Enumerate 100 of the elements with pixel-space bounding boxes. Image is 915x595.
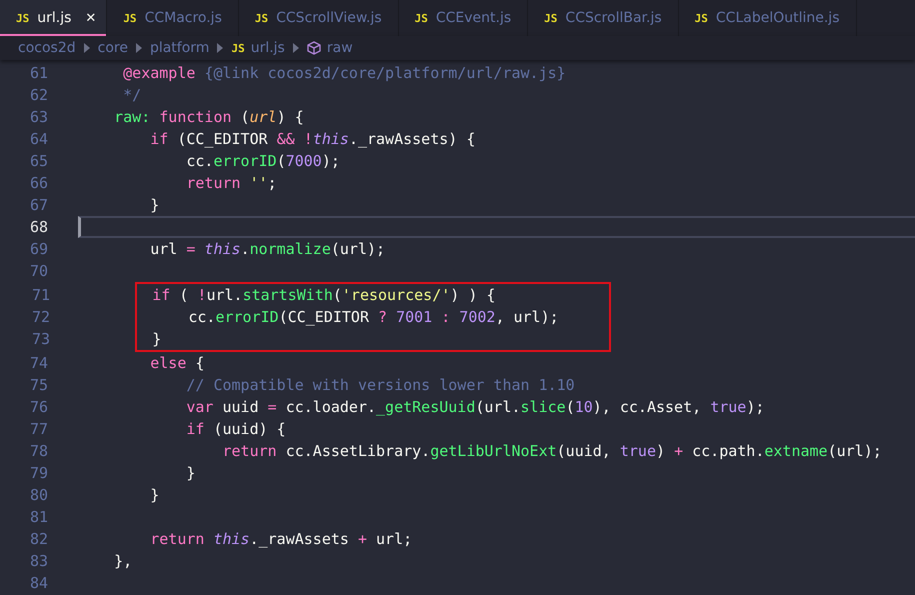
line-number: 80: [28, 485, 48, 506]
code-token: true: [620, 442, 656, 460]
tab-label: CCLabelOutline.js: [716, 10, 840, 26]
code-token: (: [240, 108, 250, 126]
code-token: errorID: [215, 308, 279, 326]
code-token: this: [212, 530, 250, 548]
code-token: (CC_EDITOR: [176, 130, 269, 148]
code-token: this: [312, 130, 349, 148]
code-token: +: [674, 442, 684, 460]
line-number: 81: [28, 507, 48, 528]
code-token: },: [113, 552, 132, 570]
code-token: 'resources/': [342, 286, 450, 304]
code-token: );: [322, 152, 340, 170]
code-token: , url);: [495, 308, 559, 326]
code-token: if: [151, 286, 170, 304]
line-number: 76: [28, 397, 48, 418]
code-token: :: [440, 308, 450, 326]
line-number: 69: [28, 239, 48, 260]
line-number: 74: [28, 353, 48, 374]
code-token: function: [158, 108, 232, 126]
code-token: =: [268, 398, 277, 416]
code-token: slice: [520, 398, 566, 416]
line-number: 83: [28, 551, 48, 572]
chevron-icon: [217, 43, 224, 53]
line-number: 77: [28, 419, 48, 440]
line-number: 62: [28, 85, 48, 106]
line-number: 75: [28, 375, 48, 396]
line-number: 64: [28, 129, 48, 150]
code-token: raw:: [113, 108, 150, 126]
code-token: */: [122, 86, 142, 104]
code-token: url;: [375, 530, 412, 548]
code-token: if: [149, 130, 168, 148]
code-token: {: [194, 354, 204, 372]
tab-label: CCEvent.js: [436, 10, 512, 26]
code-token: (uuid,: [556, 442, 612, 460]
code-token: 7001: [395, 308, 432, 326]
js-file-icon: JS: [16, 12, 30, 24]
code-token: url.: [206, 286, 243, 304]
line-number: 73: [30, 329, 50, 350]
code-token: else: [149, 354, 186, 372]
code-token: (uuid) {: [212, 420, 286, 438]
line-number: 65: [28, 151, 48, 172]
code-token: return: [149, 530, 204, 548]
close-icon[interactable]: ✕: [85, 10, 96, 26]
js-file-icon: JS: [123, 12, 137, 24]
code-token: @example: [122, 64, 196, 82]
code-token: normalize: [250, 240, 331, 258]
code-token: return: [221, 442, 277, 460]
code-token: (: [178, 286, 190, 304]
chevron-icon: [84, 43, 90, 53]
code-token: var: [185, 398, 214, 416]
line-number: 84: [28, 573, 48, 594]
line-number: 78: [28, 441, 48, 462]
code-token: getLibUrlNoExt: [430, 442, 557, 460]
code-token: );: [746, 398, 764, 416]
code-token: (: [332, 286, 342, 304]
code-token: if: [185, 420, 204, 438]
code-token: this: [203, 240, 241, 258]
code-token: 7002: [458, 308, 496, 326]
cube-icon: [306, 41, 321, 55]
code-token: 7000: [286, 152, 322, 170]
code-token: extname: [764, 442, 828, 460]
code-token: // Compatible with versions lower than 1.10: [185, 376, 575, 394]
chevron-icon: [292, 43, 299, 53]
code-token: (CC_EDITOR: [278, 308, 370, 326]
code-token: ): [656, 442, 666, 460]
tab-label: url.js: [37, 10, 72, 26]
code-token: return: [185, 174, 241, 192]
code-token: (: [566, 398, 575, 416]
code-token: cc.loader.: [284, 398, 376, 416]
js-file-icon: JS: [414, 12, 428, 24]
code-token: +: [358, 530, 367, 548]
code-token: }: [151, 330, 162, 348]
code-token: ) ) {: [450, 286, 496, 304]
line-number: 67: [28, 195, 48, 216]
code-token: (url.: [475, 398, 521, 416]
editor-tab[interactable]: JS url.js ✕: [0, 0, 108, 36]
code-token: !: [197, 286, 206, 304]
code-token: cc.AssetLibrary.: [284, 442, 430, 460]
code-token: uuid: [221, 398, 260, 416]
code-token: (url);: [330, 240, 386, 258]
code-token: {@link cocos2d/core/platform/url/raw.js}: [203, 64, 566, 82]
code-token: ._rawAssets: [250, 530, 350, 548]
line-number: 63: [28, 107, 48, 128]
code-token: cc.: [185, 152, 214, 170]
line-number: 70: [28, 261, 48, 282]
code-token: true: [710, 398, 746, 416]
code-token: ) {: [276, 108, 304, 126]
code-token: }: [149, 196, 160, 214]
tab-label: CCScrollBar.js: [565, 10, 662, 26]
code-token: '': [248, 174, 268, 192]
code-token: ;: [268, 174, 277, 192]
line-number: 71: [30, 285, 50, 306]
code-token: 10: [574, 398, 593, 416]
code-token: ?: [378, 308, 388, 326]
code-token: ._rawAssets) {: [348, 130, 476, 148]
code-token: cc.path.: [691, 442, 764, 460]
line-number: 72: [30, 307, 50, 328]
code-token: =: [186, 240, 196, 258]
code-token: && !: [276, 130, 313, 148]
